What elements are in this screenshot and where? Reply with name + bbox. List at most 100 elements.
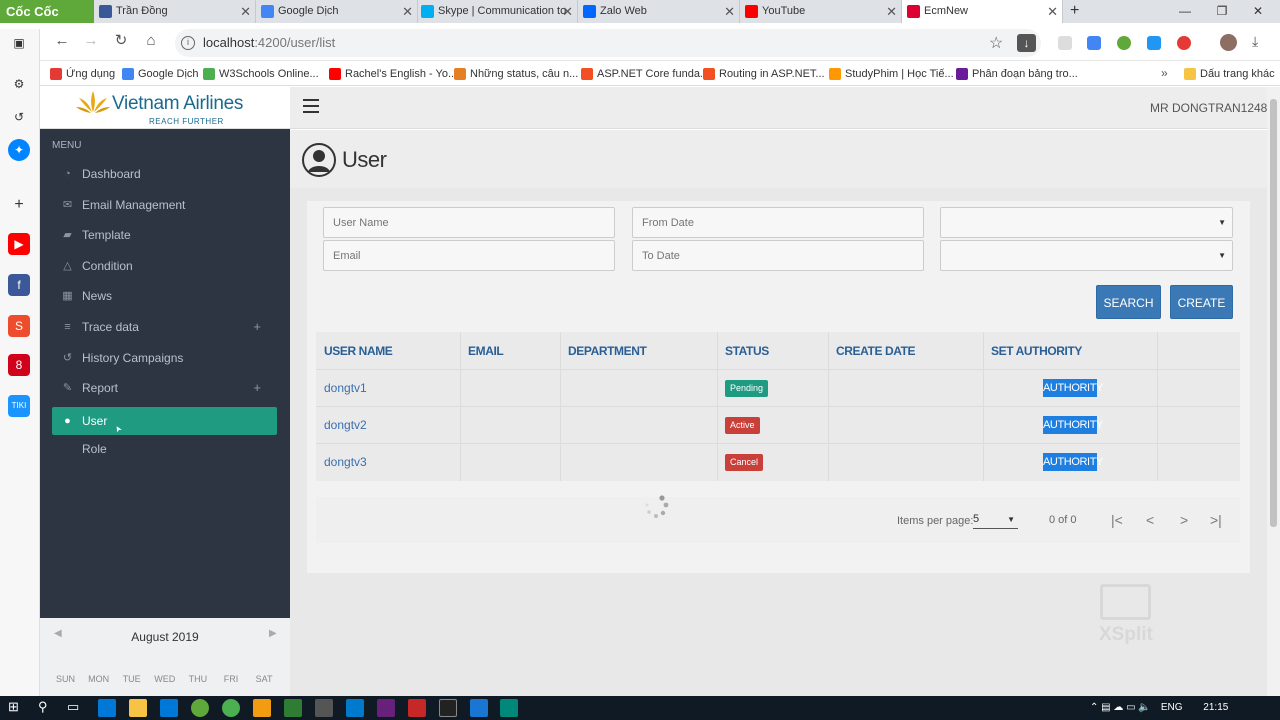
- column-header[interactable]: DEPARTMENT: [560, 332, 717, 370]
- store-icon[interactable]: [160, 699, 178, 717]
- downloads-icon[interactable]: ⤓: [1252, 33, 1258, 50]
- close-icon[interactable]: ✕: [562, 0, 573, 23]
- bookmarks-folder-other[interactable]: Dấu trang khác: [1184, 62, 1275, 86]
- vscode-icon[interactable]: [346, 699, 364, 717]
- coccoc-taskbar-icon[interactable]: [191, 699, 209, 717]
- sidebar-item-user[interactable]: ● User: [52, 406, 277, 435]
- terminal-icon[interactable]: [439, 699, 457, 717]
- google-translate-ext-icon[interactable]: [1087, 36, 1101, 50]
- bookmark-star-icon[interactable]: ☆: [989, 33, 1003, 53]
- username-link[interactable]: dongtv2: [324, 418, 367, 432]
- profile-avatar[interactable]: [1220, 34, 1237, 51]
- forward-icon[interactable]: →: [80, 30, 102, 52]
- shopee-app-icon[interactable]: S: [8, 315, 30, 337]
- sidebar-item-trace-data[interactable]: ≡ Trace data +: [52, 313, 277, 341]
- close-icon[interactable]: ✕: [240, 0, 251, 23]
- last-page-icon[interactable]: >|: [1210, 512, 1222, 528]
- task-view-icon[interactable]: ▭: [67, 699, 79, 715]
- youtube-app-icon[interactable]: ▶: [8, 233, 30, 255]
- scrollbar-thumb[interactable]: [1270, 99, 1277, 527]
- app-icon-5[interactable]: [500, 699, 518, 717]
- column-header[interactable]: EMAIL: [460, 332, 560, 370]
- visual-studio-icon[interactable]: [377, 699, 395, 717]
- bookmark-item[interactable]: Ứng dụng: [50, 62, 115, 86]
- back-icon[interactable]: ←: [51, 30, 73, 52]
- coccoc-logo[interactable]: Cốc Cốc: [0, 0, 94, 23]
- create-button[interactable]: CREATE: [1170, 285, 1233, 319]
- facebook-app-icon[interactable]: f: [8, 274, 30, 296]
- prev-page-icon[interactable]: <: [1146, 512, 1154, 528]
- filter-select-2[interactable]: ▼: [940, 240, 1233, 271]
- notepad-icon[interactable]: [284, 699, 302, 717]
- system-tray[interactable]: ⌃ ▤ ☁ ▭ 🔈 ENG 21:15: [1090, 696, 1228, 720]
- info-icon[interactable]: i: [181, 36, 195, 50]
- sidebar-item-role[interactable]: Role: [52, 435, 277, 463]
- messenger-icon[interactable]: ✦: [8, 139, 30, 161]
- hamburger-menu-icon[interactable]: [303, 99, 319, 113]
- lazada-app-icon[interactable]: 8: [8, 354, 30, 376]
- tab-2[interactable]: Skype | Communication to ✕: [416, 0, 578, 23]
- tab-5[interactable]: EcmNew ✕: [902, 0, 1063, 23]
- username-link[interactable]: dongtv3: [324, 455, 367, 469]
- sidebar-panel-icon[interactable]: ▣: [8, 32, 30, 54]
- opera-ext-icon[interactable]: [1177, 36, 1191, 50]
- language-indicator[interactable]: ENG: [1161, 702, 1183, 713]
- bookmark-item[interactable]: Những status, câu n...: [454, 62, 578, 86]
- translate-ext-icon[interactable]: [1058, 36, 1072, 50]
- bookmark-item[interactable]: Phân đoạn bảng tro...: [956, 62, 1078, 86]
- edge-icon[interactable]: [98, 699, 116, 717]
- expand-icon[interactable]: +: [253, 313, 261, 341]
- column-header[interactable]: CREATE DATE: [828, 332, 983, 370]
- search-button[interactable]: SEARCH: [1096, 285, 1161, 319]
- minimize-button[interactable]: —: [1167, 0, 1203, 23]
- vietnam-airlines-logo[interactable]: Vietnam Airlines REACH FURTHER: [40, 87, 290, 129]
- column-header[interactable]: USER NAME: [316, 332, 460, 370]
- sidebar-item-report[interactable]: ✎ Report +: [52, 374, 277, 402]
- restore-button[interactable]: ❐: [1204, 0, 1240, 23]
- tab-0[interactable]: Trần Đồng ✕: [94, 0, 256, 23]
- app-icon-1[interactable]: [253, 699, 271, 717]
- new-tab-button[interactable]: +: [1070, 0, 1079, 22]
- bookmark-item[interactable]: W3Schools Online...: [203, 62, 319, 86]
- app-icon-2[interactable]: [315, 699, 333, 717]
- bookmark-item[interactable]: ASP.NET Core funda...: [581, 62, 709, 86]
- authority-button[interactable]: AUTHORITY: [1043, 416, 1103, 434]
- file-explorer-icon[interactable]: [129, 699, 147, 717]
- reload-icon[interactable]: ↻: [110, 30, 132, 52]
- calendar-next-icon[interactable]: ▶: [269, 628, 277, 639]
- bookmark-item[interactable]: StudyPhim | Học Tiế...: [829, 62, 954, 86]
- download-icon[interactable]: ↓: [1017, 34, 1036, 52]
- bookmark-item[interactable]: Google Dịch: [122, 62, 199, 86]
- home-icon[interactable]: ⌂: [140, 30, 162, 52]
- sidebar-item-history-campaigns[interactable]: ↺ History Campaigns: [52, 344, 277, 372]
- from-date-input[interactable]: [632, 207, 924, 238]
- sidebar-item-dashboard[interactable]: ◔ Dashboard: [52, 160, 277, 188]
- add-icon[interactable]: +: [8, 194, 30, 216]
- expand-icon[interactable]: +: [253, 374, 261, 402]
- username-link[interactable]: dongtv1: [324, 381, 367, 395]
- email-input[interactable]: [323, 240, 615, 271]
- close-window-button[interactable]: ✕: [1240, 0, 1276, 23]
- close-icon[interactable]: ✕: [1047, 0, 1058, 23]
- page-scrollbar[interactable]: [1267, 87, 1280, 696]
- username-input[interactable]: [323, 207, 615, 238]
- settings-icon[interactable]: ⚙: [8, 73, 30, 95]
- first-page-icon[interactable]: |<: [1111, 512, 1123, 528]
- authority-button[interactable]: AUTHORITY: [1043, 379, 1103, 397]
- tab-1[interactable]: Google Dịch ✕: [256, 0, 418, 23]
- search-icon[interactable]: ⚲: [38, 699, 48, 715]
- coccoc-ext-icon[interactable]: [1117, 36, 1131, 50]
- filter-select-1[interactable]: ▼: [940, 207, 1233, 238]
- bookmark-item[interactable]: Rachel's English - Yo...: [329, 62, 457, 86]
- tab-4[interactable]: YouTube ✕: [740, 0, 902, 23]
- app-icon-3[interactable]: [408, 699, 426, 717]
- authority-button[interactable]: AUTHORITY: [1043, 453, 1103, 471]
- user-menu[interactable]: MR DONGTRAN1248 ▼: [1150, 101, 1279, 115]
- windows-start-icon[interactable]: ⊞: [8, 700, 22, 714]
- sidebar-item-email-management[interactable]: ✉ Email Management: [52, 191, 277, 219]
- sidebar-item-condition[interactable]: △ Condition: [52, 252, 277, 280]
- tab-3[interactable]: Zalo Web ✕: [578, 0, 740, 23]
- tiki-app-icon[interactable]: TIKI: [8, 395, 30, 417]
- items-per-page-select[interactable]: 5 ▼: [973, 513, 1018, 529]
- drop-ext-icon[interactable]: [1147, 36, 1161, 50]
